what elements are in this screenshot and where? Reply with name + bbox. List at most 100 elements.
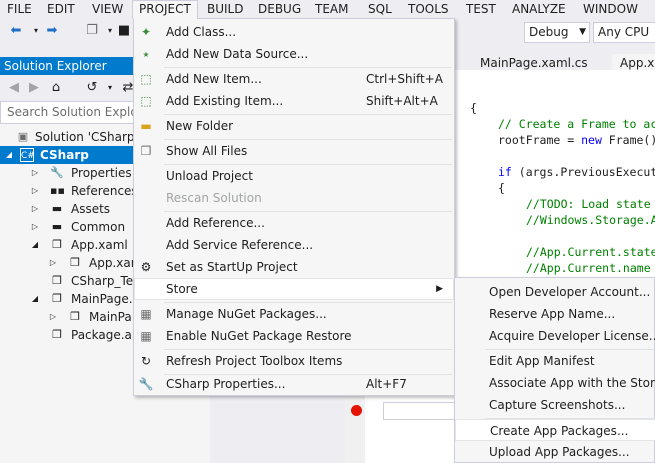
menu-edit[interactable]: EDIT: [41, 0, 81, 18]
store-capture-screenshots[interactable]: Capture Screenshots...: [455, 394, 655, 416]
files-icon: ❐: [140, 144, 152, 158]
menu-item-label: Add New Data Source...: [166, 47, 309, 61]
folder-icon: ▬: [51, 202, 63, 215]
code-line: rootFrame = new Frame(): [498, 133, 655, 148]
menu-item-manage-nuget[interactable]: ▦ Manage NuGet Packages...: [134, 303, 454, 325]
menu-item-label: Enable NuGet Package Restore: [166, 329, 352, 343]
tree-label: Assets: [71, 202, 111, 216]
collapse-icon[interactable]: ◢: [30, 236, 40, 254]
breakpoint-icon[interactable]: [351, 405, 362, 416]
menu-item-new-folder[interactable]: ▬ New Folder: [134, 115, 454, 137]
menu-analyze[interactable]: ANALYZE: [506, 0, 572, 18]
menu-item-set-startup-project[interactable]: ⚙ Set as StartUp Project: [134, 256, 454, 278]
expand-icon[interactable]: ▷: [30, 200, 40, 218]
menu-item-enable-nuget-restore[interactable]: ▦ Enable NuGet Package Restore: [134, 325, 454, 347]
store-upload-app-packages[interactable]: Upload App Packages...: [455, 441, 655, 463]
store-reserve-app-name[interactable]: Reserve App Name...: [455, 303, 655, 325]
menu-file[interactable]: FILE: [1, 0, 38, 18]
back-dropdown-icon[interactable]: ▾: [28, 23, 44, 39]
project-menu: ✦ Add Class... ⭑ Add New Data Source... …: [133, 18, 455, 396]
collapse-icon[interactable]: ◢: [4, 146, 14, 164]
menu-item-shortcut: Shift+Alt+A: [366, 94, 438, 108]
menu-item-add-service-reference[interactable]: Add Service Reference...: [134, 234, 454, 256]
tree-label: App.xar: [89, 256, 136, 270]
wrench-icon: 🔧: [138, 377, 154, 391]
menu-test[interactable]: TEST: [460, 0, 502, 18]
home-icon[interactable]: ⌂: [48, 80, 64, 96]
csharp-project-icon: C#: [20, 148, 35, 162]
configuration-value: Debug: [529, 25, 569, 39]
menu-item-add-existing-item[interactable]: ⬚ Add Existing Item... Shift+Alt+A: [134, 90, 454, 112]
menu-item-label: Rescan Solution: [166, 191, 262, 205]
menu-window[interactable]: WINDOW: [577, 0, 644, 18]
code-line: {: [470, 101, 477, 115]
tree-label: Package.ap: [71, 328, 140, 342]
gear-icon: ⚙: [140, 260, 152, 274]
menu-bar: FILE EDIT VIEW PROJECT BUILD DEBUG TEAM …: [0, 0, 655, 19]
menu-item-show-all-files[interactable]: ❐ Show All Files: [134, 140, 454, 162]
nuget-icon: ▦: [140, 307, 152, 321]
editor-input-box[interactable]: [383, 402, 458, 420]
expand-icon[interactable]: ▷: [48, 254, 58, 272]
code-token: (args.PreviousExecut: [511, 165, 655, 179]
menu-item-csharp-properties[interactable]: 🔧 CSharp Properties... Alt+F7: [134, 373, 454, 395]
menu-sql[interactable]: SQL: [362, 0, 398, 18]
tree-label: Solution 'CSharp': [35, 130, 138, 144]
menu-item-add-new-item[interactable]: ⬚ Add New Item... Ctrl+Shift+A: [134, 68, 454, 90]
collapse-icon[interactable]: ◢: [30, 290, 40, 308]
expand-icon[interactable]: ▷: [30, 218, 40, 236]
menu-view[interactable]: VIEW: [86, 0, 129, 18]
code-keyword: new: [581, 133, 602, 147]
menu-debug[interactable]: DEBUG: [252, 0, 307, 18]
tree-label: CSharp: [40, 148, 89, 162]
expand-icon[interactable]: ▷: [48, 308, 58, 326]
menu-build[interactable]: BUILD: [201, 0, 249, 18]
code-line: //TODO: Load state: [526, 197, 651, 211]
tree-label: CSharp_Ter: [71, 274, 139, 288]
menu-item-label: Add Class...: [166, 25, 237, 39]
menu-item-add-data-source[interactable]: ⭑ Add New Data Source...: [134, 43, 454, 65]
store-open-developer-account[interactable]: Open Developer Account...: [455, 281, 655, 303]
cs-file-icon: ❐: [70, 310, 80, 323]
tree-label: MainPage.x: [71, 292, 140, 306]
menu-item-store[interactable]: Store ▶: [134, 278, 454, 300]
menu-item-unload-project[interactable]: Unload Project: [134, 165, 454, 187]
menu-item-label: Show All Files: [166, 144, 248, 158]
menu-item-label: Add Reference...: [166, 216, 265, 230]
store-associate-app[interactable]: Associate App with the Store...: [455, 372, 655, 394]
history-dropdown-icon[interactable]: ▾: [102, 80, 118, 96]
menu-item-add-class[interactable]: ✦ Add Class...: [134, 21, 454, 43]
code-line: //App.Current.state: [526, 245, 655, 259]
menu-tools[interactable]: TOOLS: [402, 0, 455, 18]
submenu-arrow-icon: ▶: [436, 284, 443, 294]
menu-item-add-reference[interactable]: Add Reference...: [134, 212, 454, 234]
configuration-select[interactable]: Debug ▼: [524, 22, 590, 43]
xaml-file-icon: ❐: [52, 238, 62, 251]
key-file-icon: ❐: [52, 274, 62, 287]
expand-icon[interactable]: ▷: [30, 182, 40, 200]
menu-item-label: CSharp Properties...: [166, 377, 286, 391]
store-edit-app-manifest[interactable]: Edit App Manifest: [455, 350, 655, 372]
menu-item-refresh-toolbox[interactable]: ↻ Refresh Project Toolbox Items: [134, 350, 454, 372]
new-project-icon[interactable]: ❐: [84, 23, 100, 39]
menu-project[interactable]: PROJECT: [132, 0, 198, 19]
store-create-app-packages[interactable]: Create App Packages...: [455, 419, 655, 441]
forward-icon[interactable]: ▶: [26, 80, 42, 96]
platform-value: Any CPU: [598, 25, 650, 39]
back-icon[interactable]: ◀: [6, 80, 22, 96]
folder-icon: ▬: [140, 119, 152, 133]
tree-label: App.xaml: [71, 238, 128, 252]
back-icon[interactable]: ⬅: [8, 23, 24, 39]
menu-team[interactable]: TEAM: [309, 0, 354, 18]
forward-icon[interactable]: ➡: [44, 23, 60, 39]
expand-icon[interactable]: ▷: [30, 164, 40, 182]
menu-item-rescan-solution[interactable]: Rescan Solution: [134, 187, 454, 209]
code-token: rootFrame =: [498, 133, 582, 147]
open-icon[interactable]: ■: [116, 23, 132, 39]
history-icon[interactable]: ↺: [84, 80, 100, 96]
platform-select[interactable]: Any CPU: [593, 22, 655, 43]
store-acquire-developer-license[interactable]: Acquire Developer License...: [455, 325, 655, 347]
menu-item-label: Add Service Reference...: [166, 238, 314, 252]
menu-item-label: Refresh Project Toolbox Items: [166, 354, 343, 368]
store-submenu: Open Developer Account... Reserve App Na…: [454, 277, 655, 463]
